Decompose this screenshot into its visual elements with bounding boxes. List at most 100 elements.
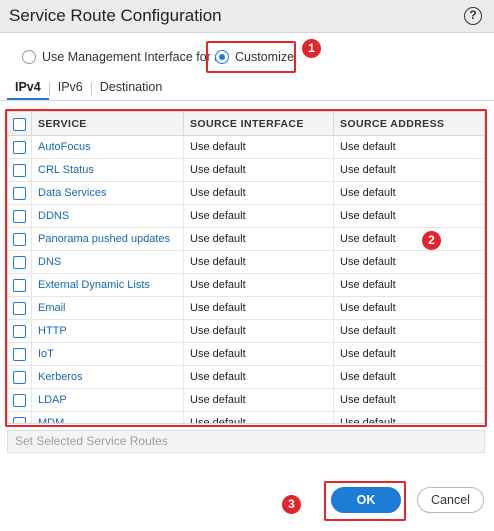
table-row[interactable]: External Dynamic Lists Use default Use def… bbox=[8, 274, 484, 297]
source-interface-cell: Use default bbox=[184, 343, 334, 366]
service-link[interactable]: External Dynamic Lists bbox=[32, 274, 184, 297]
source-address-cell: Use default bbox=[340, 164, 396, 176]
source-address-cell: Use default bbox=[340, 141, 396, 153]
table-row[interactable]: AutoFocus Use default Use default bbox=[8, 136, 484, 159]
tab-ipv4[interactable]: IPv4 bbox=[7, 76, 49, 100]
radio-checked-icon[interactable] bbox=[215, 50, 229, 64]
row-checkbox[interactable] bbox=[13, 371, 26, 384]
tab-ipv6[interactable]: IPv6 bbox=[50, 76, 91, 100]
dialog-titlebar: Service Route Configuration ? bbox=[0, 0, 494, 33]
service-link[interactable]: MDM bbox=[32, 412, 184, 423]
source-address-cell: Use default bbox=[340, 210, 396, 222]
row-checkbox[interactable] bbox=[13, 210, 26, 223]
source-interface-cell: Use default bbox=[184, 182, 334, 205]
header-select-cell bbox=[8, 112, 32, 136]
row-checkbox[interactable] bbox=[13, 256, 26, 269]
cancel-button[interactable]: Cancel bbox=[417, 487, 484, 513]
source-address-cell: Use default bbox=[340, 394, 396, 406]
service-link[interactable]: Email bbox=[32, 297, 184, 320]
radio-management-label: Use Management Interface for all bbox=[42, 50, 227, 64]
source-interface-cell: Use default bbox=[184, 297, 334, 320]
column-header-source-address[interactable]: SOURCE ADDRESS bbox=[334, 112, 484, 136]
row-checkbox[interactable] bbox=[13, 302, 26, 315]
row-checkbox[interactable] bbox=[13, 279, 26, 292]
service-link[interactable]: AutoFocus bbox=[32, 136, 184, 159]
source-interface-cell: Use default bbox=[184, 366, 334, 389]
row-select-cell bbox=[8, 136, 32, 159]
ok-button[interactable]: OK bbox=[331, 487, 401, 513]
row-select-cell bbox=[8, 412, 32, 423]
radio-customize[interactable]: Customize bbox=[215, 48, 294, 66]
source-interface-cell: Use default bbox=[184, 320, 334, 343]
column-header-service[interactable]: SERVICE bbox=[32, 112, 184, 136]
source-interface-cell: Use default bbox=[184, 251, 334, 274]
source-interface-cell: Use default bbox=[184, 228, 334, 251]
row-select-cell bbox=[8, 366, 32, 389]
column-header-source-interface[interactable]: SOURCE INTERFACE bbox=[184, 112, 334, 136]
row-select-cell bbox=[8, 228, 32, 251]
source-interface-cell: Use default bbox=[184, 159, 334, 182]
row-select-cell bbox=[8, 343, 32, 366]
table-row[interactable]: HTTP Use default Use default bbox=[8, 320, 484, 343]
source-address-cell: Use default bbox=[340, 302, 396, 314]
service-link[interactable]: CRL Status bbox=[32, 159, 184, 182]
source-address-cell: Use default bbox=[340, 371, 396, 383]
row-select-cell bbox=[8, 205, 32, 228]
dialog-title: Service Route Configuration bbox=[9, 6, 222, 25]
row-checkbox[interactable] bbox=[13, 394, 26, 407]
row-select-cell bbox=[8, 274, 32, 297]
service-link[interactable]: HTTP bbox=[32, 320, 184, 343]
table-row[interactable]: MDM Use default Use default bbox=[8, 412, 484, 424]
source-address-cell: Use default bbox=[340, 348, 396, 360]
service-link[interactable]: Panorama pushed updates bbox=[32, 228, 184, 251]
row-checkbox[interactable] bbox=[13, 417, 26, 423]
row-checkbox[interactable] bbox=[13, 164, 26, 177]
set-selected-service-routes-button[interactable]: Set Selected Service Routes bbox=[7, 430, 485, 453]
source-interface-cell: Use default bbox=[184, 389, 334, 412]
source-address-cell: Use default bbox=[340, 417, 396, 424]
callout-badge-1: 1 bbox=[302, 39, 321, 58]
help-icon[interactable]: ? bbox=[464, 7, 482, 25]
callout-badge-3: 3 bbox=[282, 495, 301, 514]
row-checkbox[interactable] bbox=[13, 187, 26, 200]
table-row[interactable]: Kerberos Use default Use default bbox=[8, 366, 484, 389]
row-checkbox[interactable] bbox=[13, 325, 26, 338]
source-interface-cell: Use default bbox=[184, 205, 334, 228]
radio-unchecked-icon[interactable] bbox=[22, 50, 36, 64]
source-address-cell: Use default bbox=[340, 233, 396, 245]
service-link[interactable]: LDAP bbox=[32, 389, 184, 412]
service-link[interactable]: Data Services bbox=[32, 182, 184, 205]
source-interface-cell: Use default bbox=[184, 136, 334, 159]
table-header: SERVICE SOURCE INTERFACE SOURCE ADDRESS bbox=[8, 112, 484, 136]
table-row[interactable]: LDAP Use default Use default bbox=[8, 389, 484, 412]
radio-management-interface[interactable]: Use Management Interface for all bbox=[22, 48, 227, 66]
table-row[interactable]: DNS Use default Use default bbox=[8, 251, 484, 274]
row-select-cell bbox=[8, 389, 32, 412]
service-link[interactable]: DNS bbox=[32, 251, 184, 274]
source-address-cell: Use default bbox=[340, 325, 396, 337]
tab-destination[interactable]: Destination bbox=[92, 76, 171, 100]
source-interface-cell: Use default bbox=[184, 412, 334, 423]
source-address-cell: Use default bbox=[340, 187, 396, 199]
row-checkbox[interactable] bbox=[13, 141, 26, 154]
service-link[interactable]: Kerberos bbox=[32, 366, 184, 389]
callout-badge-2: 2 bbox=[422, 231, 441, 250]
row-select-cell bbox=[8, 320, 32, 343]
source-interface-cell: Use default bbox=[184, 274, 334, 297]
table-row[interactable]: Panorama pushed updates Use default Use de… bbox=[8, 228, 484, 251]
row-checkbox[interactable] bbox=[13, 348, 26, 361]
row-checkbox[interactable] bbox=[13, 233, 26, 246]
table-row[interactable]: Data Services Use default Use default bbox=[8, 182, 484, 205]
select-all-checkbox[interactable] bbox=[13, 118, 26, 131]
row-select-cell bbox=[8, 297, 32, 320]
table-row[interactable]: CRL Status Use default Use default bbox=[8, 159, 484, 182]
table-row[interactable]: IoT Use default Use default bbox=[8, 343, 484, 366]
table-row[interactable]: Email Use default Use default bbox=[8, 297, 484, 320]
service-link[interactable]: DDNS bbox=[32, 205, 184, 228]
tab-underline-divider bbox=[0, 100, 494, 101]
tab-bar: IPv4 IPv6 Destination bbox=[7, 76, 170, 100]
radio-customize-label: Customize bbox=[235, 50, 295, 64]
service-link[interactable]: IoT bbox=[32, 343, 184, 366]
table-row[interactable]: DDNS Use default Use default bbox=[8, 205, 484, 228]
row-select-cell bbox=[8, 251, 32, 274]
